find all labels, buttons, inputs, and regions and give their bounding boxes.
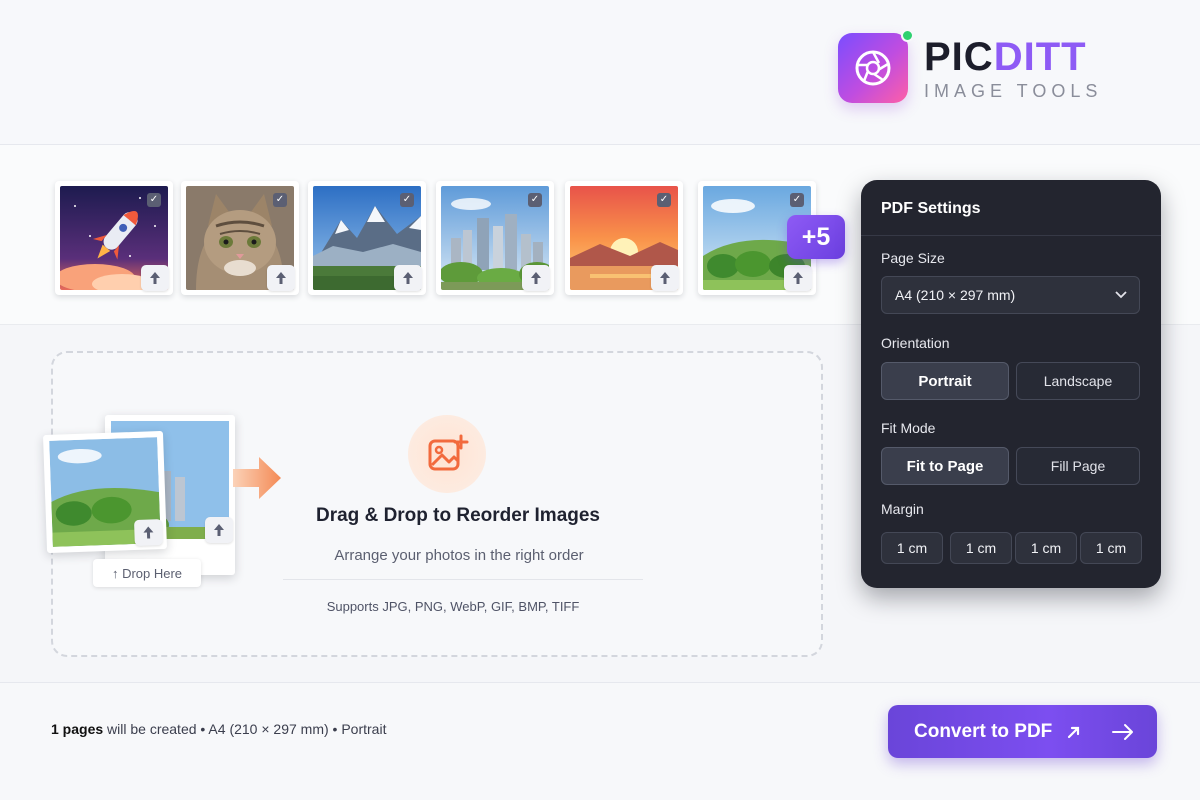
fill-page-button[interactable]: Fill Page [1016, 447, 1140, 485]
page-size-label: Page Size [881, 250, 945, 266]
arrow-up-icon [660, 272, 670, 284]
checkbox-icon[interactable]: ✓ [400, 193, 414, 207]
brand-logo[interactable]: PIC DITT IMAGE TOOLS [838, 29, 1103, 103]
brand-name-part2: DITT [993, 34, 1087, 79]
pages-count: 1 pages [51, 721, 104, 737]
footer-bar: 1 pages will be created • A4 (210 × 297 … [0, 682, 1200, 800]
brand-name: PIC DITT [924, 35, 1102, 79]
move-up-button[interactable] [784, 265, 812, 291]
arrow-up-icon [143, 526, 154, 539]
checkbox-icon[interactable]: ✓ [147, 193, 161, 207]
arrow-up-icon [276, 272, 286, 284]
move-up-button[interactable] [651, 265, 679, 291]
add-image-icon [408, 415, 486, 493]
drop-zone-title: Drag & Drop to Reorder Images [316, 505, 600, 526]
arrow-up-icon [531, 272, 541, 284]
margin-label: Margin [881, 501, 924, 517]
thumbnail-rocket[interactable]: ✓ [55, 181, 173, 295]
fit-mode-label: Fit Mode [881, 420, 936, 436]
arrow-right-icon [1111, 720, 1135, 750]
drop-zone-subtitle: Arrange your photos in the right order [334, 547, 584, 564]
fit-to-page-button[interactable]: Fit to Page [881, 447, 1009, 485]
convert-to-pdf-button[interactable]: Convert to PDF [888, 705, 1157, 758]
arrow-up-icon [793, 272, 803, 284]
brand-tagline: IMAGE TOOLS [924, 80, 1103, 101]
thumbnail-cat[interactable]: ✓ [181, 181, 299, 295]
thumbnail-city[interactable]: ✓ [436, 181, 554, 295]
convert-label: Convert to PDF [914, 720, 1053, 742]
pages-summary: 1 pages will be created • A4 (210 × 297 … [51, 721, 386, 737]
margin-top-input[interactable]: 1 cm [881, 532, 943, 564]
brand-name-part1: PIC [924, 34, 994, 79]
move-up-button[interactable] [141, 265, 169, 291]
drop-zone[interactable]: ↑ Drop Here Drag & Drop to Reorder Image… [42, 351, 823, 657]
supported-formats: Supports JPG, PNG, WebP, GIF, BMP, TIFF [326, 599, 580, 614]
checkbox-icon[interactable]: ✓ [273, 193, 287, 207]
orientation-landscape-button[interactable]: Landscape [1016, 362, 1140, 400]
page-size-value: A4 (210 × 297 mm) [895, 287, 1016, 303]
pdf-settings-panel: PDF Settings Page Size A4 (210 × 297 mm)… [861, 180, 1161, 588]
thumbnail-mountains[interactable]: ✓ [308, 181, 426, 295]
move-up-button[interactable] [522, 265, 550, 291]
move-up-button[interactable] [267, 265, 295, 291]
arrow-right-icon [233, 457, 281, 499]
camera-aperture-icon [838, 29, 914, 103]
divider [283, 579, 643, 580]
thumbnail-sunset[interactable]: ✓ [565, 181, 683, 295]
margin-bottom-input[interactable]: 1 cm [1015, 532, 1077, 564]
move-up-button[interactable] [394, 265, 422, 291]
app-header: PIC DITT IMAGE TOOLS [0, 0, 1200, 145]
checkbox-icon[interactable]: ✓ [528, 193, 542, 207]
more-images-badge[interactable]: +5 [787, 215, 845, 259]
checkbox-icon[interactable]: ✓ [657, 193, 671, 207]
status-dot [901, 29, 914, 42]
margin-right-input[interactable]: 1 cm [950, 532, 1012, 564]
chevron-down-icon [1115, 277, 1127, 326]
page-size-select[interactable]: A4 (210 × 297 mm) [881, 276, 1140, 314]
orientation-label: Orientation [881, 335, 950, 351]
expand-arrow-icon [1066, 724, 1082, 740]
orientation-portrait-button[interactable]: Portrait [881, 362, 1009, 400]
checkbox-icon[interactable]: ✓ [790, 193, 804, 207]
panel-title: PDF Settings [861, 180, 1161, 236]
pages-summary-rest: will be created • A4 (210 × 297 mm) • Po… [103, 721, 387, 737]
preview-card-front [42, 430, 168, 554]
margin-left-input[interactable]: 1 cm [1080, 532, 1142, 564]
arrow-up-icon [150, 272, 160, 284]
arrow-up-icon [403, 272, 413, 284]
